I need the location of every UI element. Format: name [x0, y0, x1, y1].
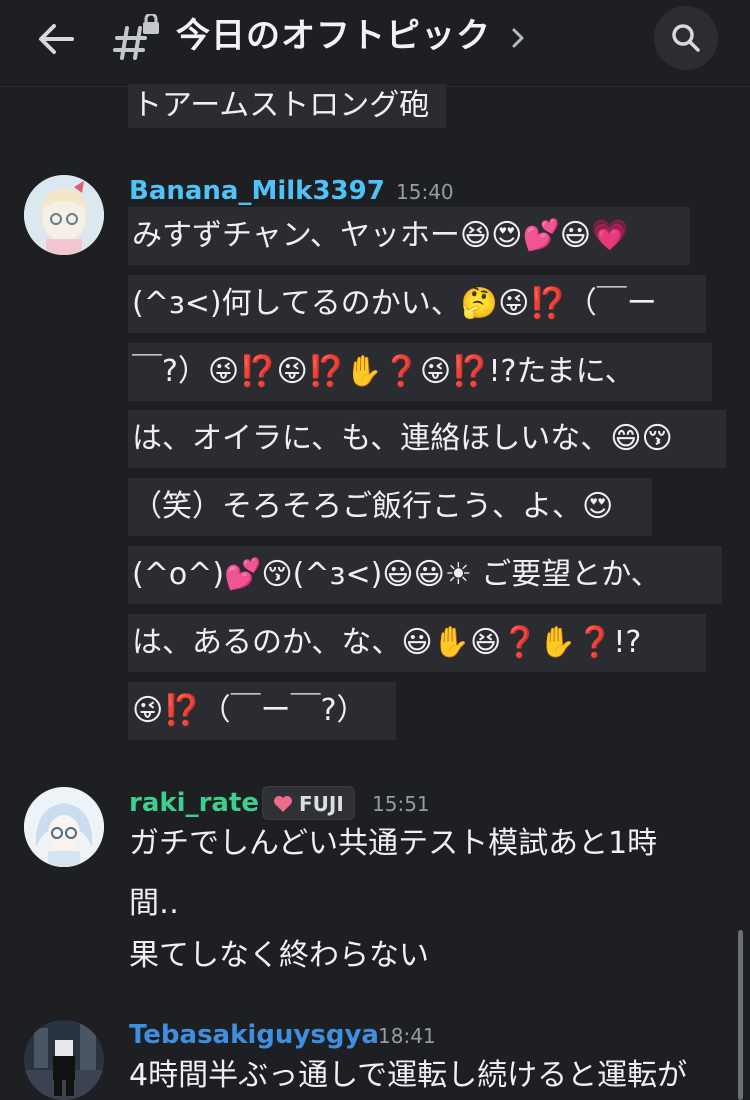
locked-hash-icon: [113, 12, 161, 60]
message-line: は、あるのか、な、😃✋😆❓✋❓!?: [128, 614, 706, 672]
timestamp: 15:51: [372, 792, 430, 816]
arrow-left-icon: [39, 24, 74, 54]
chevron-right-icon[interactable]: [508, 24, 528, 52]
username[interactable]: Banana_Milk3397: [129, 174, 385, 208]
username[interactable]: raki_rate: [129, 786, 259, 820]
message-line: (^з<)何してるのかい、🤔😜⁉️（￣ー: [128, 275, 706, 333]
message-line: は、オイラに、も、連絡ほしいな、😄😚: [128, 410, 726, 468]
channel-title[interactable]: 今日のオフトピック: [176, 14, 491, 58]
message-line: 果てしなく終わらない: [129, 938, 429, 973]
message-line: 4時間半ぶっ通しで運転し続けると運転が: [129, 1058, 688, 1093]
message-line: ガチでしんどい共通テスト模試あと1時: [129, 826, 658, 861]
message-line: 😜⁉️（￣ー￣?）: [128, 682, 396, 740]
role-badge[interactable]: FUJI: [262, 786, 355, 820]
message-line: (^o^)💕😚(^з<)😃😃☀ ご要望とか、: [128, 546, 722, 604]
message-line: 間‥: [129, 886, 180, 921]
message-line: トアームストロング砲: [128, 84, 446, 128]
channel-header: 今日のオフトピック: [0, 0, 750, 87]
username[interactable]: Tebasakiguysgya: [129, 1018, 379, 1052]
scrollbar[interactable]: [738, 930, 743, 1100]
search-button[interactable]: [654, 6, 718, 70]
back-button[interactable]: [34, 16, 80, 62]
avatar[interactable]: [24, 787, 104, 867]
message-line: ￣?）😜⁉️😜⁉️✋❓😜⁉️!?たまに、: [128, 343, 712, 401]
timestamp: 18:41: [378, 1024, 436, 1048]
message-line: みすずチャン、ヤッホー😆😍💕😃💗: [128, 207, 690, 265]
avatar[interactable]: [24, 175, 104, 255]
badge-label: FUJI: [299, 792, 344, 816]
search-icon: [672, 24, 700, 52]
heart-icon: [274, 796, 292, 812]
avatar[interactable]: [24, 1020, 104, 1100]
timestamp: 15:40: [396, 180, 454, 204]
message-line: （笑）そろそろご飯行こう、よ、😍: [128, 478, 652, 536]
